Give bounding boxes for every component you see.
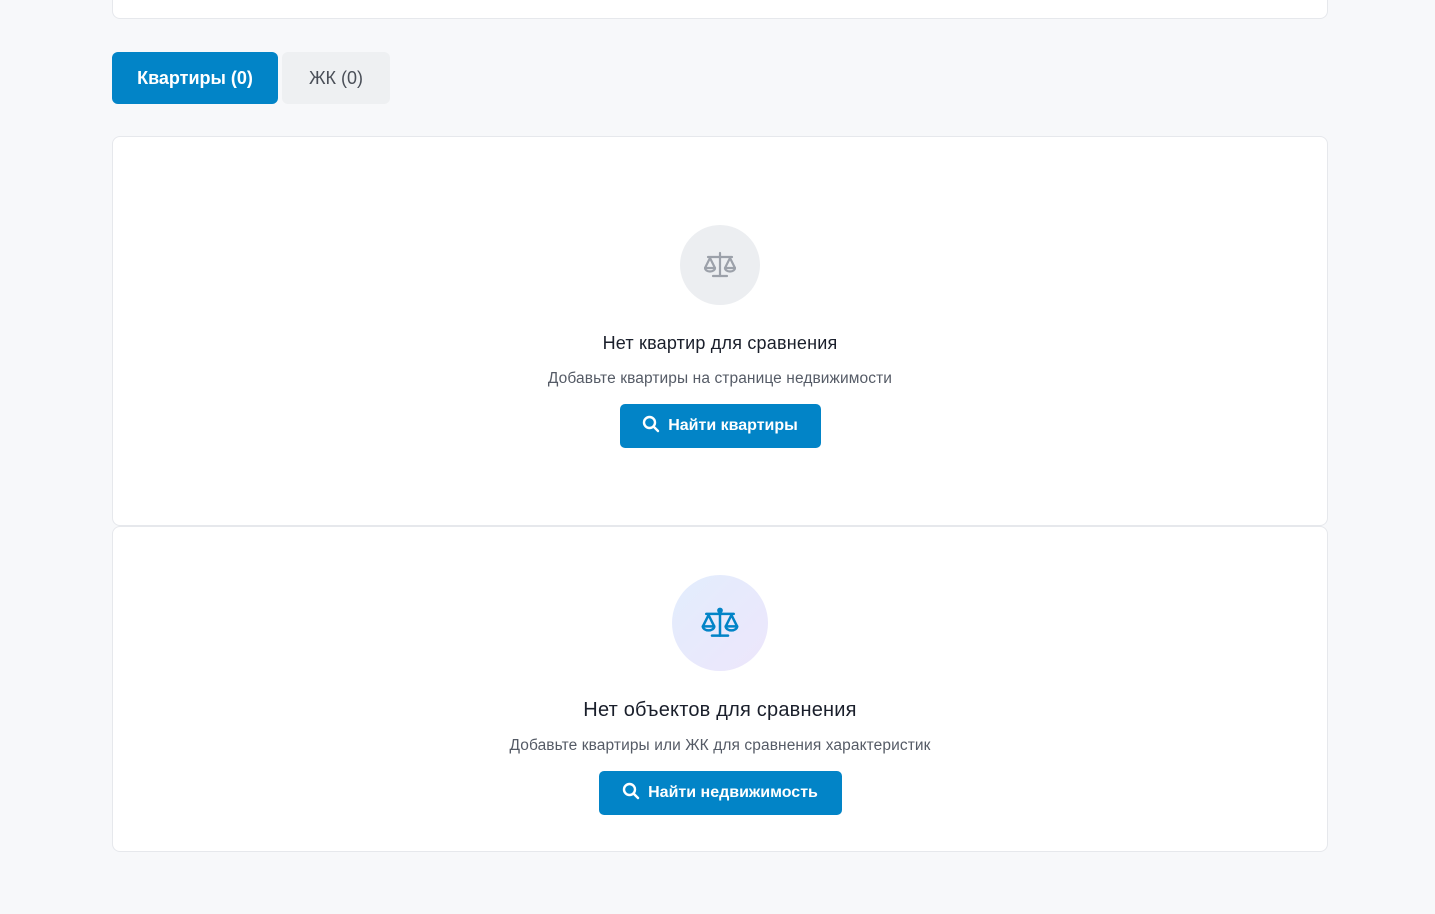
- search-icon: [622, 782, 640, 805]
- scale-icon: [672, 575, 768, 671]
- apartments-empty-state: Нет квартир для сравнения Добавьте кварт…: [113, 225, 1327, 448]
- button-label: Найти квартиры: [668, 417, 798, 434]
- tab-apartments[interactable]: Квартиры (0): [112, 52, 278, 104]
- objects-empty-card: Нет объектов для сравнения Добавьте квар…: [112, 526, 1328, 852]
- tabs: Квартиры (0) ЖК (0): [112, 52, 390, 104]
- button-label: Найти недвижимость: [648, 784, 818, 801]
- tab-complexes[interactable]: ЖК (0): [282, 52, 390, 104]
- objects-empty-state: Нет объектов для сравнения Добавьте квар…: [113, 575, 1327, 815]
- find-apartments-button[interactable]: Найти квартиры: [619, 404, 821, 448]
- apartments-empty-card: Нет квартир для сравнения Добавьте кварт…: [112, 136, 1328, 526]
- empty-subtitle: Добавьте квартиры или ЖК для сравнения х…: [509, 737, 931, 754]
- empty-title: Нет квартир для сравнения: [602, 333, 838, 353]
- top-card: [112, 0, 1328, 19]
- scale-icon: [680, 225, 760, 305]
- empty-title: Нет объектов для сравнения: [583, 699, 857, 721]
- empty-subtitle: Добавьте квартиры на странице недвижимос…: [547, 370, 893, 387]
- find-property-button[interactable]: Найти недвижимость: [598, 771, 842, 815]
- search-icon: [642, 415, 660, 438]
